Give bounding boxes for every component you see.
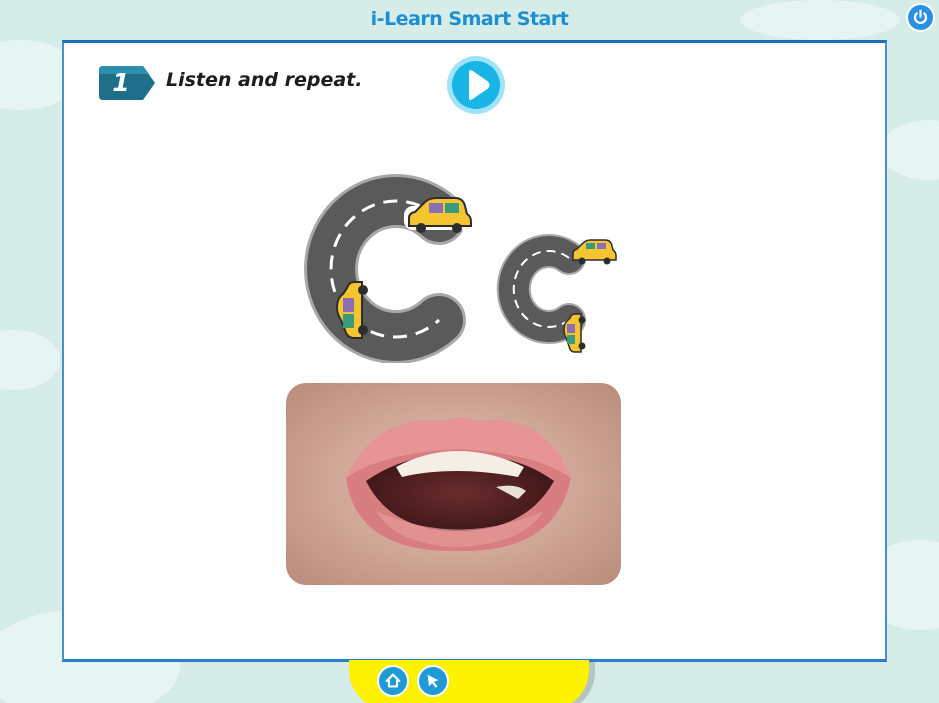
letter-c-road-cars-illustration (279, 148, 624, 368)
power-button[interactable] (906, 3, 935, 32)
step-badge: 1 (99, 64, 157, 102)
pointer-arrow-icon (427, 674, 439, 688)
home-icon (385, 673, 401, 688)
power-icon (913, 9, 928, 25)
background-cloud (880, 120, 939, 180)
lowercase-c-road (493, 231, 589, 347)
pointer-tool-button[interactable] (417, 665, 449, 697)
app-title: i-Learn Smart Start (370, 8, 569, 30)
play-icon (447, 56, 505, 114)
play-audio-button[interactable] (446, 55, 506, 115)
home-button[interactable] (377, 665, 409, 697)
step-number: 1 (112, 68, 130, 97)
instruction-text: Listen and repeat. (166, 69, 363, 91)
activity-panel: 1 Listen and repeat. (62, 40, 887, 662)
open-mouth-photo (286, 383, 621, 585)
background-cloud (0, 330, 60, 390)
